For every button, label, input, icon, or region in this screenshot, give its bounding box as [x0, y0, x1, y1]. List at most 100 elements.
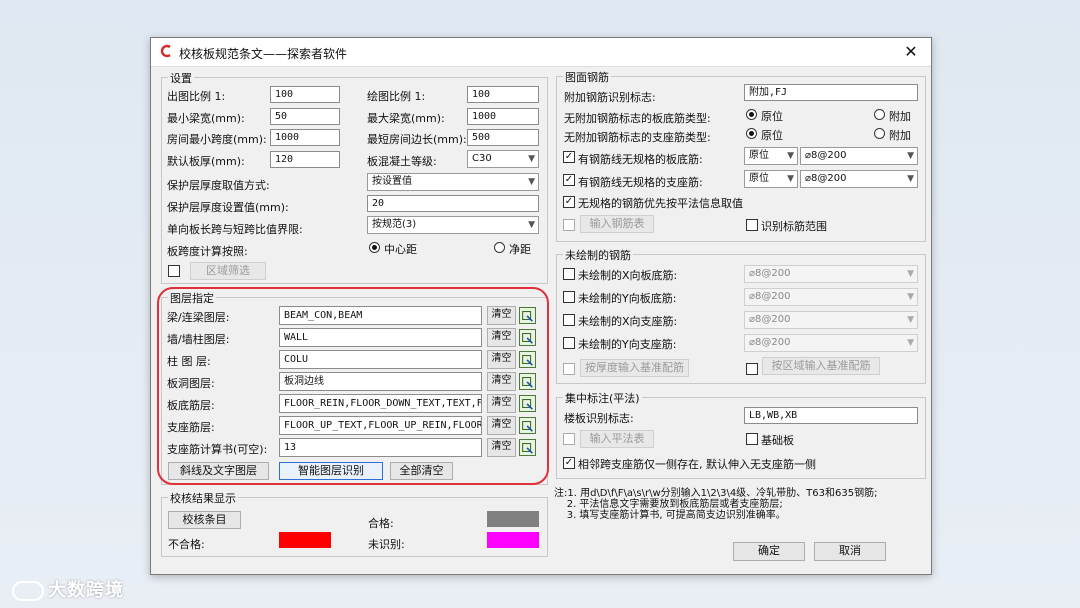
- by-area-button[interactable]: 按区域输入基准配筋: [762, 357, 880, 375]
- unknown-label: 未识别:: [368, 538, 405, 551]
- concrete-select[interactable]: C30 ▼: [467, 150, 539, 168]
- undrawn-label: 未绘制的X向支座筋:: [578, 315, 678, 328]
- span-net-label: 净距: [509, 243, 531, 256]
- chevron-down-icon: ▼: [907, 269, 914, 279]
- undrawn-checkbox[interactable]: [563, 291, 575, 303]
- span-net-radio[interactable]: [494, 242, 505, 253]
- support-pos-value: 原位: [749, 173, 769, 184]
- by-thickness-button[interactable]: 按厚度输入基准配筋: [580, 359, 689, 377]
- watermark: 大数跨境: [12, 576, 124, 602]
- fail-swatch: [279, 532, 331, 548]
- chevron-down-icon: ▼: [907, 174, 914, 184]
- span-center-label: 中心距: [384, 243, 417, 256]
- close-icon[interactable]: ✕: [901, 42, 921, 62]
- adjacent-span-label: 相邻跨支座筋仅一侧存在, 默认伸入无支座筋一侧: [578, 458, 816, 471]
- bottom-spec-select[interactable]: ⌀8@200 ▼: [800, 147, 918, 165]
- bottom-orig-label: 原位: [761, 110, 783, 123]
- support-spec-select[interactable]: ⌀8@200 ▼: [800, 170, 918, 188]
- prefer-flat-checkbox[interactable]: ✓: [563, 196, 575, 208]
- chevron-down-icon: ▼: [528, 154, 535, 164]
- undrawn-spec-select[interactable]: ⌀8@200 ▼: [744, 311, 918, 329]
- undrawn-spec-value: ⌀8@200: [749, 314, 791, 325]
- out-scale-input[interactable]: 100: [270, 86, 340, 103]
- undrawn-label: 未绘制的X向板底筋:: [578, 269, 678, 282]
- bottom-pos-value: 原位: [749, 150, 769, 161]
- undrawn-spec-select[interactable]: ⌀8@200 ▼: [744, 334, 918, 352]
- min-beam-input[interactable]: 50: [270, 108, 340, 125]
- support-extra-radio[interactable]: [874, 128, 885, 139]
- thickness-input[interactable]: 120: [270, 151, 340, 168]
- adjacent-span-checkbox[interactable]: ✓: [563, 457, 575, 469]
- recognize-range-checkbox[interactable]: [746, 219, 758, 231]
- input-flat-table-button[interactable]: 输入平法表: [580, 430, 654, 448]
- cover-value-label: 保护层厚度设置值(mm):: [167, 201, 289, 214]
- bottom-pos-select[interactable]: 原位 ▼: [744, 147, 798, 165]
- undrawn-checkbox[interactable]: [563, 337, 575, 349]
- by-area-checkbox[interactable]: [746, 363, 758, 375]
- undrawn-title: 未绘制的钢筋: [563, 247, 633, 263]
- cover-value-input[interactable]: 20: [367, 195, 539, 212]
- chevron-down-icon: ▼: [907, 315, 914, 325]
- undrawn-spec-value: ⌀8@200: [749, 291, 791, 302]
- check-items-button[interactable]: 校核条目: [168, 511, 241, 529]
- settings-title: 设置: [168, 70, 194, 86]
- span-center-radio[interactable]: [369, 242, 380, 253]
- pass-label: 合格:: [368, 517, 394, 530]
- chevron-down-icon: ▼: [907, 292, 914, 302]
- bottom-nospec-checkbox[interactable]: ✓: [563, 151, 575, 163]
- concentrated-title: 集中标注(平法): [563, 390, 642, 406]
- floor-mark-label: 楼板识别标志:: [564, 412, 634, 425]
- undrawn-spec-select[interactable]: ⌀8@200 ▼: [744, 265, 918, 283]
- watermark-logo-icon: [12, 581, 44, 601]
- max-beam-label: 最大梁宽(mm):: [367, 112, 445, 125]
- support-nospec-label: 有钢筋线无规格的支座筋:: [578, 176, 703, 189]
- support-pos-select[interactable]: 原位 ▼: [744, 170, 798, 188]
- undrawn-checkbox[interactable]: [563, 314, 575, 326]
- min-span-input[interactable]: 1000: [270, 129, 340, 146]
- note-line-2: 2. 平法信息文字需要放到板底筋层或者支座筋层;: [554, 499, 783, 510]
- support-nospec-checkbox[interactable]: ✓: [563, 174, 575, 186]
- highlight-ring: [157, 287, 549, 485]
- input-table-checkbox[interactable]: [563, 219, 575, 231]
- bottom-type-label: 无附加钢筋标志的板底筋类型:: [564, 112, 711, 125]
- base-plate-checkbox[interactable]: [746, 433, 758, 445]
- ratio-select[interactable]: 按规范(3) ▼: [367, 216, 539, 234]
- chevron-down-icon: ▼: [787, 174, 794, 184]
- undrawn-label: 未绘制的Y向支座筋:: [578, 338, 677, 351]
- min-edge-input[interactable]: 500: [467, 129, 539, 146]
- undrawn-spec-value: ⌀8@200: [749, 268, 791, 279]
- window-title: 校核板规范条文——探索者软件: [179, 47, 348, 61]
- undrawn-checkbox[interactable]: [563, 268, 575, 280]
- out-scale-label: 出图比例 1:: [167, 90, 226, 103]
- bottom-orig-radio[interactable]: [746, 109, 757, 120]
- bottom-extra-label: 附加: [889, 110, 911, 123]
- floor-mark-input[interactable]: LB,WB,XB: [744, 407, 918, 424]
- flat-table-checkbox[interactable]: [563, 433, 575, 445]
- extra-mark-input[interactable]: 附加,FJ: [744, 84, 918, 101]
- base-plate-label: 基础板: [761, 434, 794, 447]
- undrawn-spec-value: ⌀8@200: [749, 337, 791, 348]
- cancel-button[interactable]: 取消: [814, 542, 886, 561]
- by-thickness-checkbox[interactable]: [563, 363, 575, 375]
- undrawn-spec-select[interactable]: ⌀8@200 ▼: [744, 288, 918, 306]
- note-line-1: 注:1. 用d\D\f\F\a\s\r\w分别输入1\2\3\4级、冷轧带肋、T…: [554, 488, 878, 499]
- ratio-value: 按规范(3): [372, 219, 417, 230]
- recognize-range-label: 识别标筋范围: [761, 220, 827, 233]
- draw-scale-input[interactable]: 100: [467, 86, 539, 103]
- area-filter-checkbox[interactable]: [168, 265, 180, 277]
- support-orig-label: 原位: [761, 129, 783, 142]
- extra-mark-label: 附加钢筋识别标志:: [564, 91, 656, 104]
- bottom-extra-radio[interactable]: [874, 109, 885, 120]
- min-beam-label: 最小梁宽(mm):: [167, 112, 245, 125]
- area-filter-button[interactable]: 区域筛选: [190, 262, 266, 280]
- cover-method-select[interactable]: 按设置值 ▼: [367, 173, 539, 191]
- chevron-down-icon: ▼: [787, 151, 794, 161]
- support-orig-radio[interactable]: [746, 128, 757, 139]
- max-beam-input[interactable]: 1000: [467, 108, 539, 125]
- cover-method-label: 保护层厚度取值方式:: [167, 179, 270, 192]
- notes: 注:1. 用d\D\f\F\a\s\r\w分别输入1\2\3\4级、冷轧带肋、T…: [554, 488, 877, 521]
- title-bar: 校核板规范条文——探索者软件 ✕: [151, 38, 931, 67]
- input-rebar-table-button[interactable]: 输入钢筋表: [580, 215, 654, 233]
- ok-button[interactable]: 确定: [733, 542, 805, 561]
- undrawn-label: 未绘制的Y向板底筋:: [578, 292, 677, 305]
